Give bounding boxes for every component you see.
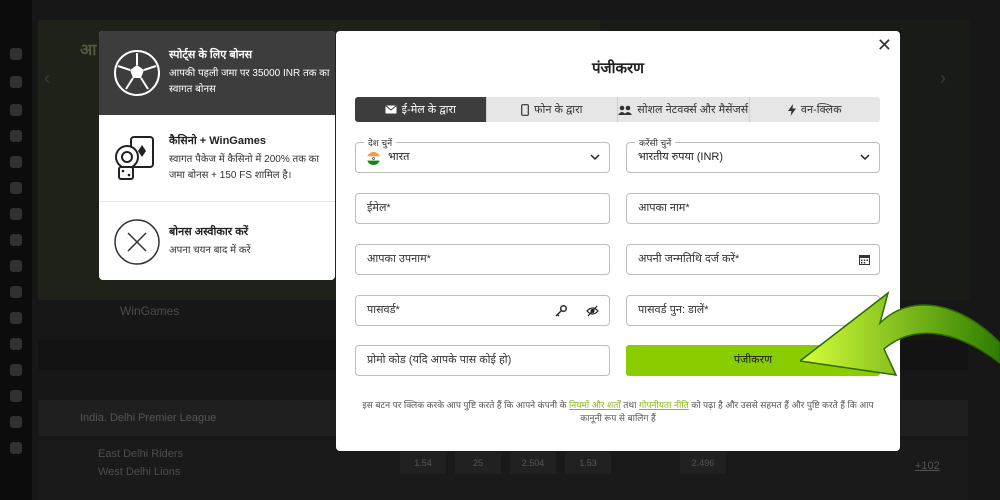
name-field[interactable]: आपका नाम* (626, 193, 880, 224)
decline-x-icon (114, 219, 160, 265)
email-field[interactable]: ईमेल* (355, 193, 610, 224)
bonus-desc: स्वागत पैकेज में कैसिनो में 200% तक का ज… (169, 154, 319, 181)
bonus-title: स्पोर्ट्स के लिए बोनस (169, 49, 253, 61)
bonus-title: बोनस अस्वीकार करें (169, 226, 249, 238)
dob-field[interactable]: अपनी जन्मतिथि दर्ज करें* (626, 244, 880, 275)
phone-icon (521, 103, 529, 116)
tab-phone[interactable]: फोन के द्वारा (487, 97, 618, 122)
password-field[interactable]: पासवर्ड* (355, 295, 610, 326)
password-placeholder: पासवर्ड* (367, 304, 400, 316)
modal-title: पंजीकरण (591, 60, 645, 77)
country-value: भारत (388, 151, 410, 163)
currency-select[interactable]: करेंसी चुनें भारतीय रुपया (INR) (626, 136, 880, 173)
chevron-down-icon (860, 154, 870, 161)
chevron-down-icon (590, 154, 600, 161)
terms-before: इस बटन पर क्लिक करके आप पुष्टि करते हैं … (362, 400, 567, 410)
calendar-icon[interactable] (859, 254, 870, 265)
key-icon[interactable] (555, 305, 567, 317)
surname-placeholder: आपका उपनाम* (367, 253, 431, 265)
bonus-desc: अपना चयन बाद में करें (169, 245, 251, 256)
close-icon[interactable]: ✕ (877, 35, 892, 56)
casino-cards-icon (115, 136, 154, 180)
lightning-icon (787, 103, 796, 116)
tab-label: सोशल नेटवर्क्स और मैसेंजर्स (637, 104, 749, 116)
tab-one-click[interactable]: वन-क्लिक (750, 97, 881, 122)
bonus-panel: स्पोर्ट्स के लिए बोनस आपकी पहली जमा पर 3… (99, 31, 335, 280)
bonus-option-decline[interactable]: बोनस अस्वीकार करें अपना चयन बाद में करें (99, 202, 335, 280)
country-select[interactable]: देश चुनें भारत (355, 136, 610, 173)
privacy-link[interactable]: गोपनीयता नीति (639, 400, 689, 410)
soccer-ball-icon (114, 50, 160, 96)
name-placeholder: आपका नाम* (638, 202, 690, 214)
terms-mid: तथा (623, 400, 637, 410)
promo-code-field[interactable]: प्रोमो कोड (यदि आपके पास कोई हो) (355, 345, 610, 376)
india-flag-icon (367, 152, 380, 165)
email-placeholder: ईमेल* (367, 202, 391, 214)
promo-placeholder: प्रोमो कोड (यदि आपके पास कोई हो) (367, 354, 512, 366)
eye-hidden-icon[interactable] (586, 305, 599, 317)
envelope-icon (384, 105, 397, 114)
dob-placeholder: अपनी जन्मतिथि दर्ज करें* (638, 253, 740, 265)
users-icon (618, 105, 633, 115)
registration-tabs: ई-मेल के द्वारा फोन के द्वारा सोशल नेटवर… (355, 97, 880, 122)
tab-label: फोन के द्वारा (533, 104, 583, 116)
bonus-option-casino[interactable]: कैसिनो + WinGames स्वागत पैकेज में कैसिन… (99, 115, 335, 201)
surname-field[interactable]: आपका उपनाम* (355, 244, 610, 275)
tab-social[interactable]: सोशल नेटवर्क्स और मैसेंजर्स (618, 97, 750, 122)
terms-link[interactable]: नियमों और शर्तों (569, 400, 621, 410)
password-repeat-placeholder: पासवर्ड पुन: डालें* (638, 304, 709, 316)
pointer-arrow-icon (800, 291, 1000, 376)
tab-label: वन-क्लिक (800, 104, 842, 116)
bonus-option-sports[interactable]: स्पोर्ट्स के लिए बोनस आपकी पहली जमा पर 3… (99, 31, 335, 115)
bonus-desc: आपकी पहली जमा पर 35000 INR तक का स्वागत … (169, 68, 330, 95)
tab-label: ई-मेल के द्वारा (401, 104, 456, 116)
tab-email[interactable]: ई-मेल के द्वारा (355, 97, 487, 122)
terms-text: इस बटन पर क्लिक करके आप पुष्टि करते हैं … (356, 399, 880, 425)
bonus-title: कैसिनो + WinGames (169, 135, 266, 147)
currency-value: भारतीय रुपया (INR) (638, 151, 724, 163)
